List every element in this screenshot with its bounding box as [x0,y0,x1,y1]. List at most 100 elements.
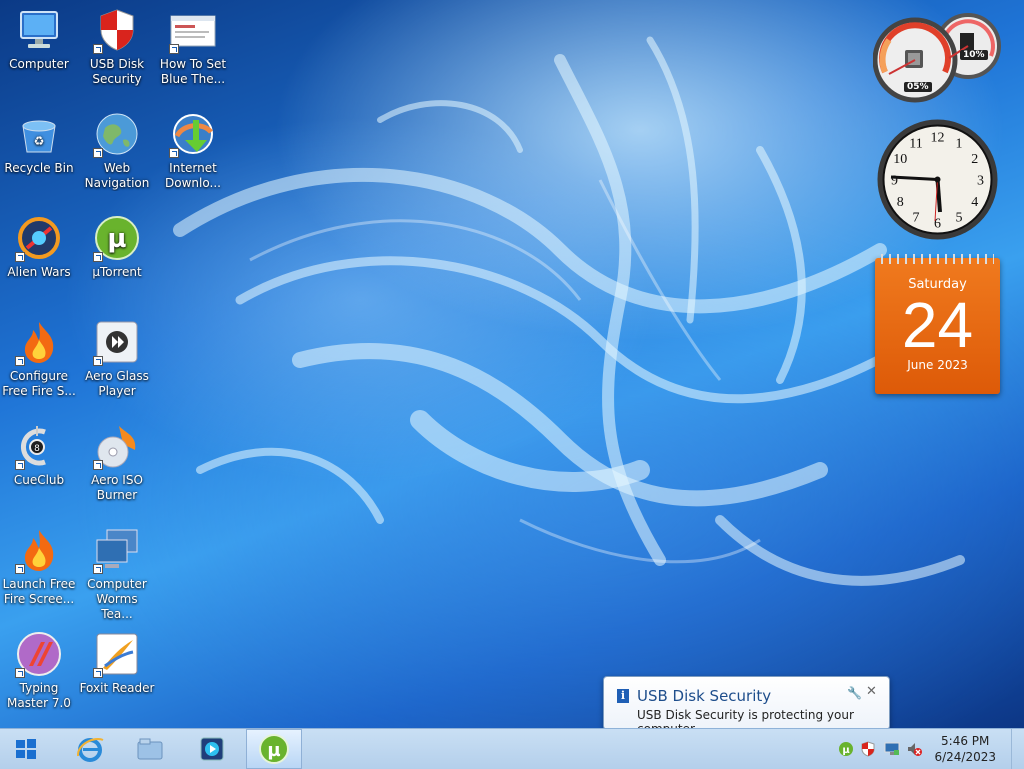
desktop-icon-launch-free-fire[interactable]: Launch Free Fire Scree... [1,520,77,607]
desktop-icon-label: Alien Wars [7,265,71,279]
desktop-icon-label: Web Navigation [84,161,150,190]
ie-icon [77,738,104,762]
shortcut-arrow-icon [93,44,103,54]
desktop-icon-label: Recycle Bin [4,161,74,175]
utorrent-icon: µ [259,734,289,764]
svg-text:µ: µ [107,224,126,254]
clock-number: 8 [897,195,904,210]
desktop-icon-label: Launch Free Fire Scree... [2,577,76,606]
usb-disk-security-icon [93,6,141,54]
desktop-icon-utorrent[interactable]: µ µTorrent [79,208,155,280]
document-icon [169,6,217,54]
clock-gadget[interactable]: 12 1 2 3 4 5 6 7 8 9 10 11 [875,117,1000,242]
hour-hand [935,179,942,213]
monitors-icon [93,526,141,574]
calendar-gadget[interactable]: Saturday 24 June 2023 [875,254,1000,394]
computer-icon [15,6,63,54]
network-icon[interactable] [884,741,900,757]
notification-title: USB Disk Security [637,687,772,705]
desktop-icon-aero-glass-player[interactable]: Aero Glass Player [79,312,155,399]
desktop-icon-label: Computer Worms Tea... [87,577,147,621]
flame-icon [15,526,63,574]
cpu-usage-readout: 05% [904,82,932,92]
shortcut-arrow-icon [93,564,103,574]
clock-number: 4 [971,195,978,210]
volume-muted-icon[interactable] [906,741,922,757]
desktop-icon-label: Typing Master 7.0 [7,681,71,710]
utorrent-tray-icon[interactable]: µ [838,741,854,757]
shortcut-arrow-icon [15,460,25,470]
clock-number: 12 [931,131,945,146]
taskbar-media-player[interactable] [184,729,240,769]
desktop-icon-label: How To Set Blue The... [159,57,227,86]
desktop-icon-label: Aero Glass Player [85,369,149,398]
desktop-icon-label: Configure Free Fire S... [2,369,76,398]
desktop-icon-usb-disk-security[interactable]: USB Disk Security [79,0,155,87]
clock-number: 11 [909,136,922,151]
wrench-icon[interactable]: 🔧 [847,686,862,700]
taskbar-utorrent[interactable]: µ [246,729,302,769]
calendar-rings [881,254,994,264]
desktop-icon-how-to-set[interactable]: How To Set Blue The... [155,0,231,87]
folder-icon [137,738,163,760]
shortcut-arrow-icon [15,356,25,366]
clock-number: 3 [977,174,984,189]
utorrent-icon: µ [93,214,141,262]
globe-icon [93,110,141,158]
disc-burner-icon [93,422,141,470]
info-icon: i [617,689,629,703]
shortcut-arrow-icon [93,252,103,262]
desktop-icon-foxit-reader[interactable]: Foxit Reader [79,624,155,696]
clock-number: 7 [913,211,920,226]
ram-usage-readout: 10% [960,50,988,60]
desktop-icon-label: Internet Downlo... [165,161,221,190]
shortcut-arrow-icon [93,148,103,158]
svg-text:µ: µ [267,740,280,761]
shortcut-arrow-icon [93,356,103,366]
desktop-icon-label: Aero ISO Burner [91,473,143,502]
system-clock[interactable]: 5:46 PM 6/24/2023 [934,733,996,765]
clock-date: 6/24/2023 [934,750,996,764]
aero-glass-player-icon [93,318,141,366]
desktop-icon-internet-download[interactable]: Internet Downlo... [155,104,231,191]
desktop-icon-aero-iso-burner[interactable]: Aero ISO Burner [79,416,155,503]
foxit-reader-icon [93,630,141,678]
media-player-icon [200,737,224,761]
desktop-icon-label: USB Disk Security [89,57,145,86]
shortcut-arrow-icon [15,564,25,574]
desktop-icon-computer-worms[interactable]: Computer Worms Tea... [79,520,155,622]
cpu-meter-gadget[interactable]: 05% 10% [872,8,1003,104]
analog-clock-face: 12 1234567891011 [877,119,998,240]
calendar-day: 24 [901,289,974,361]
shortcut-arrow-icon [15,252,25,262]
flame-icon [15,318,63,366]
clock-number: 5 [956,211,963,226]
shortcut-arrow-icon [93,668,103,678]
desktop-icon-web-navigation[interactable]: Web Navigation [79,104,155,191]
notification-balloon[interactable]: i USB Disk Security USB Disk Security is… [603,676,890,738]
windows-logo-icon [16,739,36,759]
taskbar-internet-explorer[interactable] [62,729,118,769]
svg-text:µ: µ [842,745,850,756]
usb-disk-security-tray-icon[interactable] [860,741,876,757]
taskbar-file-explorer[interactable] [122,729,178,769]
desktop-icon-alien-wars[interactable]: Alien Wars [1,208,77,280]
desktop-icon-computer[interactable]: Computer [1,0,77,72]
cueclub-icon: 8 [15,422,63,470]
shortcut-arrow-icon [93,460,103,470]
desktop-icon-recycle-bin[interactable]: ♻ Recycle Bin [1,104,77,176]
alien-wars-icon [15,214,63,262]
desktop-icon-configure-free-fire[interactable]: Configure Free Fire S... [1,312,77,399]
show-desktop-button[interactable] [1011,729,1024,769]
start-button[interactable] [0,729,52,769]
desktop-icon-cueclub[interactable]: 8 CueClub [1,416,77,488]
close-icon[interactable]: ✕ [866,684,877,699]
desktop-icon-label: Computer [9,57,69,71]
typing-master-icon [15,630,63,678]
clock-number: 10 [893,152,907,167]
svg-text:♻: ♻ [34,134,45,148]
desktop-icon-typing-master[interactable]: Typing Master 7.0 [1,624,77,711]
shortcut-arrow-icon [169,44,179,54]
desktop-icon-label: CueClub [13,473,65,487]
system-tray: µ 5:46 PM 6/24/2023 [834,729,1024,769]
